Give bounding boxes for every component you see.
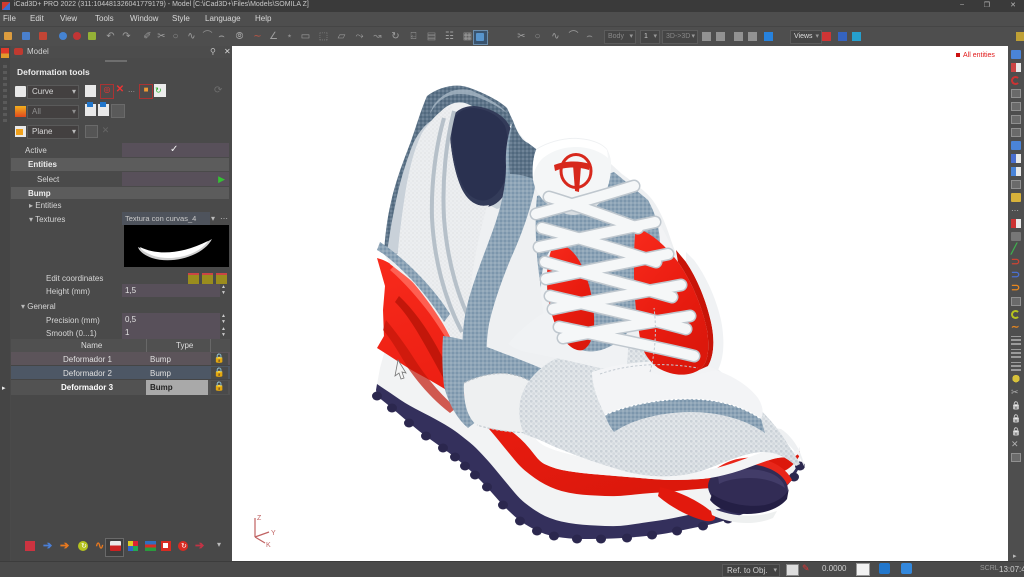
svg-text:Y: Y: [271, 530, 276, 537]
svg-text:Z: Z: [257, 515, 262, 522]
svg-text:K: K: [266, 542, 271, 548]
